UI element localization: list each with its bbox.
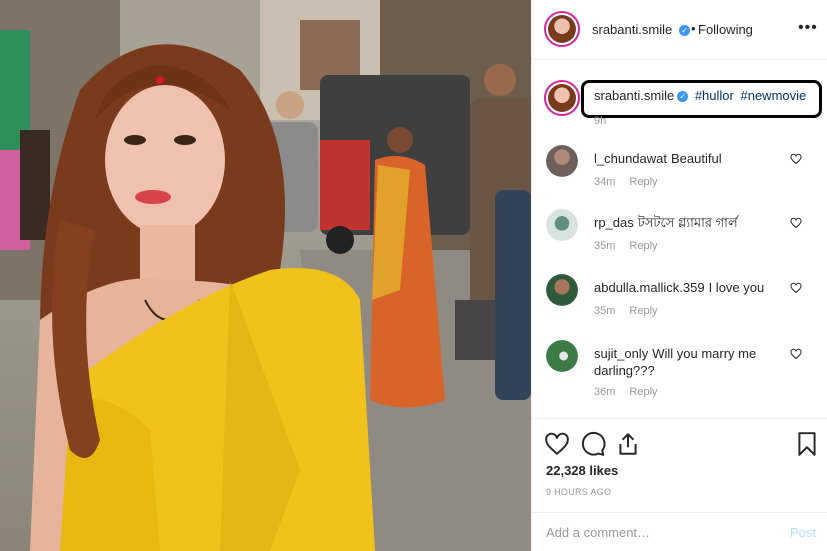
verified-badge-icon: ✓ bbox=[679, 25, 690, 36]
post-side-panel: srabanti.smile ✓ • Following ••• srabant… bbox=[531, 0, 827, 551]
reply-button[interactable]: Reply bbox=[629, 305, 657, 317]
comment-meta: 34m Reply bbox=[594, 176, 658, 188]
header-separator: • bbox=[691, 21, 696, 36]
commenter-avatar[interactable] bbox=[546, 145, 578, 177]
hashtag-link[interactable]: #hullor bbox=[695, 88, 734, 103]
post-photo[interactable] bbox=[0, 0, 531, 551]
post-header: srabanti.smile ✓ • Following ••• bbox=[532, 0, 827, 60]
reply-button[interactable]: Reply bbox=[629, 240, 657, 252]
comment-text: abdulla.mallick.359 I love you bbox=[594, 279, 794, 296]
comment-input[interactable] bbox=[546, 525, 766, 540]
comment-meta: 36m Reply bbox=[594, 386, 658, 398]
commenter-avatar[interactable] bbox=[546, 274, 578, 306]
share-icon[interactable] bbox=[615, 431, 641, 457]
comment-timestamp: 35m bbox=[594, 305, 616, 317]
comment-item: l_chundawat Beautiful 34m Reply bbox=[532, 145, 827, 205]
comment-body: Beautiful bbox=[671, 151, 722, 166]
comment-body: I love you bbox=[708, 280, 765, 295]
comment-text: l_chundawat Beautiful bbox=[594, 150, 794, 167]
add-comment-bar: Post bbox=[532, 512, 827, 551]
like-count[interactable]: 22,328 likes bbox=[546, 463, 618, 478]
commenter-avatar[interactable] bbox=[546, 340, 578, 372]
like-comment-icon[interactable] bbox=[790, 217, 802, 229]
like-comment-icon[interactable] bbox=[790, 348, 802, 360]
reply-button[interactable]: Reply bbox=[629, 386, 657, 398]
caption-timestamp: 9h bbox=[594, 115, 607, 127]
heart-icon[interactable] bbox=[544, 431, 570, 457]
header-username[interactable]: srabanti.smile bbox=[592, 22, 672, 37]
post-comment-button[interactable]: Post bbox=[790, 525, 816, 540]
verified-badge-icon: ✓ bbox=[677, 91, 689, 102]
comment-item: sujit_only Will you marry me darling??? 3… bbox=[532, 340, 827, 400]
commenter-username[interactable]: sujit_only bbox=[594, 346, 648, 361]
caption-username[interactable]: srabanti.smile bbox=[594, 88, 674, 103]
bookmark-icon[interactable] bbox=[794, 431, 820, 457]
more-options-icon[interactable]: ••• bbox=[798, 19, 818, 37]
header-avatar[interactable] bbox=[544, 11, 580, 47]
post-timestamp: 9 HOURS AGO bbox=[546, 487, 612, 497]
comment-icon[interactable] bbox=[580, 431, 606, 457]
like-comment-icon[interactable] bbox=[790, 282, 802, 294]
caption: srabanti.smile ✓ #hullor #newmovie 9h bbox=[532, 74, 827, 130]
caption-avatar[interactable] bbox=[544, 80, 580, 116]
comment-timestamp: 34m bbox=[594, 176, 616, 188]
comment-timestamp: 36m bbox=[594, 386, 616, 398]
comment-body: টসটসে গ্ল্যামার গার্ল bbox=[637, 215, 738, 230]
comment-item: rp_das টসটসে গ্ল্যামার গার্ল 35m Reply bbox=[532, 209, 827, 269]
caption-text: srabanti.smile ✓ #hullor #newmovie bbox=[594, 88, 806, 103]
comment-meta: 35m Reply bbox=[594, 305, 658, 317]
hashtag-link[interactable]: #newmovie bbox=[740, 88, 806, 103]
photo-illustration bbox=[0, 0, 531, 551]
following-button[interactable]: Following bbox=[698, 22, 753, 37]
comment-timestamp: 35m bbox=[594, 240, 616, 252]
commenter-username[interactable]: rp_das bbox=[594, 215, 634, 230]
reply-button[interactable]: Reply bbox=[629, 176, 657, 188]
commenter-username[interactable]: l_chundawat bbox=[594, 151, 667, 166]
comment-text: rp_das টসটসে গ্ল্যামার গার্ল bbox=[594, 214, 794, 231]
comment-meta: 35m Reply bbox=[594, 240, 658, 252]
commenter-username[interactable]: abdulla.mallick.359 bbox=[594, 280, 705, 295]
comment-item: abdulla.mallick.359 I love you 35m Reply bbox=[532, 274, 827, 334]
post-actions: 22,328 likes 9 HOURS AGO Post bbox=[532, 418, 827, 540]
comment-text: sujit_only Will you marry me darling??? bbox=[594, 345, 794, 379]
like-comment-icon[interactable] bbox=[790, 153, 802, 165]
commenter-avatar[interactable] bbox=[546, 209, 578, 241]
